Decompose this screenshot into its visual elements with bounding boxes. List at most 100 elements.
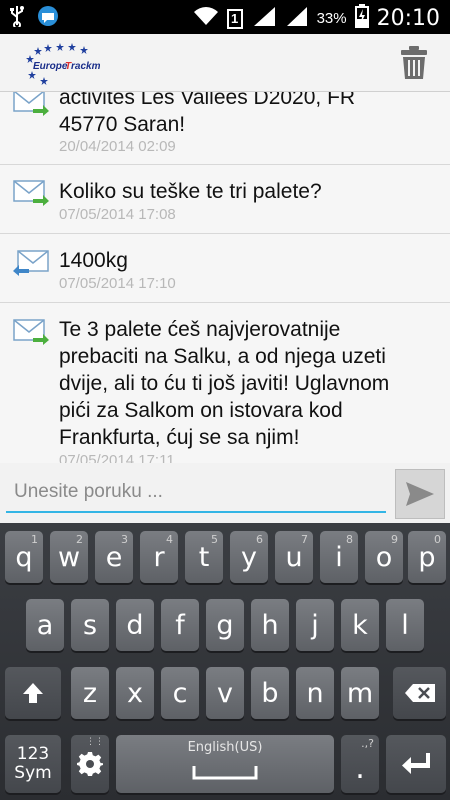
europetracking-logo[interactable]: Europe T rackmg: [24, 41, 107, 85]
key-label: 123: [16, 744, 50, 764]
key-o[interactable]: 9o: [365, 531, 403, 583]
key-label: n: [306, 677, 324, 709]
key-label: d: [126, 609, 144, 641]
key-k[interactable]: k: [341, 599, 379, 651]
outgoing-envelope-icon: [13, 319, 49, 345]
chat-notification-icon: [36, 5, 60, 32]
key-i[interactable]: 8i: [320, 531, 358, 583]
key-label: r: [153, 541, 165, 573]
message-item[interactable]: Te 3 palete ćeš najvjerovatnije prebacit…: [0, 303, 450, 463]
message-text-line: prebaciti na Salku, a od njega uzeti: [59, 345, 386, 368]
message-timestamp: 07/05/2014 17:08: [59, 206, 176, 223]
message-timestamp: 07/05/2014 17:10: [59, 275, 176, 292]
key-label: b: [261, 677, 279, 709]
key-label: y: [241, 541, 257, 573]
mic-hint-icon: ⋮⋮: [86, 737, 104, 747]
wifi-icon: [193, 5, 219, 32]
sim-slot-badge: 1: [226, 8, 243, 29]
key-u[interactable]: 7u: [275, 531, 313, 583]
message-timestamp: 20/04/2014 02:09: [59, 138, 176, 155]
app-bar: Europe T rackmg: [0, 34, 450, 92]
key-l[interactable]: l: [386, 599, 424, 651]
key-hint: .,?: [361, 737, 374, 750]
key-s[interactable]: s: [71, 599, 109, 651]
key-hint: 5: [211, 533, 218, 546]
key-e[interactable]: 3e: [95, 531, 133, 583]
key-label: z: [82, 677, 98, 709]
key-label: w: [57, 541, 81, 573]
clock: 20:10: [376, 6, 440, 31]
message-item[interactable]: activites Les Vallees D2020, FR 45770 Sa…: [0, 92, 450, 155]
key-label: x: [127, 677, 143, 709]
key-label: h: [261, 609, 279, 641]
key-q[interactable]: 1q: [5, 531, 43, 583]
settings-key[interactable]: ⋮⋮: [71, 735, 109, 793]
key-j[interactable]: j: [296, 599, 334, 651]
message-text-line: activites Les Vallees D2020, FR: [59, 92, 356, 109]
key-r[interactable]: 4r: [140, 531, 178, 583]
key-z[interactable]: z: [71, 667, 109, 719]
key-label: a: [36, 609, 54, 641]
message-text-line: Koliko su teške te tri palete?: [59, 180, 322, 203]
soft-keyboard: 1q 2w 3e 4r 5t 6y 7u 8i 9o 0p a s d f g …: [0, 523, 450, 800]
incoming-envelope-icon: [13, 250, 49, 276]
signal-icon: [251, 5, 277, 32]
composer-bar: [0, 463, 450, 523]
svg-text:Europe: Europe: [33, 61, 68, 72]
send-button[interactable]: [395, 469, 445, 519]
key-f[interactable]: f: [161, 599, 199, 651]
key-label: l: [401, 609, 409, 641]
key-b[interactable]: b: [251, 667, 289, 719]
key-hint: 8: [346, 533, 353, 546]
key-label: f: [175, 609, 185, 641]
message-text-line: pići za Salkom on istovara kod: [59, 399, 343, 422]
key-p[interactable]: 0p: [408, 531, 446, 583]
key-label: j: [311, 609, 319, 641]
outgoing-envelope-icon: [13, 180, 49, 206]
message-text-line: dvije, ali to ću ti još javiti! Uglavnom: [59, 372, 390, 395]
key-label: o: [375, 541, 393, 573]
key-label: p: [418, 541, 436, 573]
message-item[interactable]: Koliko su teške te tri palete? 07/05/201…: [0, 165, 450, 231]
key-w[interactable]: 2w: [50, 531, 88, 583]
backspace-key[interactable]: [393, 667, 446, 719]
signal-icon-secondary: [285, 5, 309, 32]
key-c[interactable]: c: [161, 667, 199, 719]
key-label: c: [172, 677, 188, 709]
key-label: k: [352, 609, 368, 641]
message-list[interactable]: activites Les Vallees D2020, FR 45770 Sa…: [0, 92, 450, 463]
key-y[interactable]: 6y: [230, 531, 268, 583]
usb-icon: [10, 5, 24, 32]
key-label: m: [346, 677, 374, 709]
punctuation-key[interactable]: .,? .: [341, 735, 379, 793]
key-label: i: [335, 541, 343, 573]
message-text-line: 45770 Saran!: [59, 113, 186, 136]
message-input[interactable]: [6, 473, 386, 513]
message-text-line: Frankfurta, ćuj se sa njim!: [59, 426, 300, 449]
message-timestamp: 07/05/2014 17:11: [59, 452, 175, 463]
key-label: v: [217, 677, 233, 709]
key-n[interactable]: n: [296, 667, 334, 719]
key-m[interactable]: m: [341, 667, 379, 719]
battery-charging-icon: [354, 4, 369, 33]
key-label: u: [285, 541, 303, 573]
message-item[interactable]: 1400kg 07/05/2014 17:10: [0, 234, 450, 301]
key-h[interactable]: h: [251, 599, 289, 651]
outgoing-envelope-icon: [13, 92, 49, 116]
key-hint: 4: [166, 533, 173, 546]
shift-arrow-icon: [23, 683, 43, 703]
trash-icon[interactable]: [400, 46, 428, 80]
key-a[interactable]: a: [26, 599, 64, 651]
space-key[interactable]: English(US): [116, 735, 334, 793]
key-t[interactable]: 5t: [185, 531, 223, 583]
key-d[interactable]: d: [116, 599, 154, 651]
key-label: g: [216, 609, 234, 641]
key-label: q: [15, 541, 33, 573]
key-g[interactable]: g: [206, 599, 244, 651]
status-bar: 1 33% 20:10: [0, 0, 450, 34]
shift-key[interactable]: [5, 667, 61, 719]
key-v[interactable]: v: [206, 667, 244, 719]
enter-key[interactable]: [386, 735, 446, 793]
key-x[interactable]: x: [116, 667, 154, 719]
symbols-key[interactable]: 123 Sym: [5, 735, 61, 793]
